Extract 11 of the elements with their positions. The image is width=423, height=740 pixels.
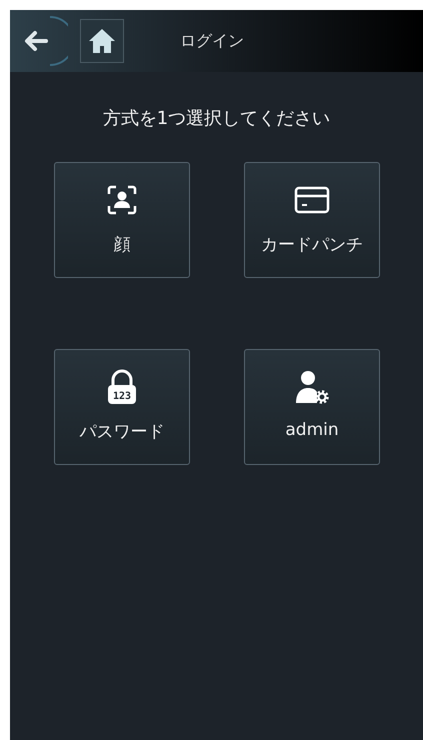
home-button[interactable] [80, 19, 124, 63]
login-method-button[interactable]: admin [244, 349, 380, 465]
face-scan-icon [107, 185, 137, 215]
instruction-text: 方式を1つ選択してください [102, 107, 332, 130]
card-icon [294, 185, 330, 215]
screen-title: ログイン [180, 30, 244, 52]
login-method-button[interactable]: カードパンチ [244, 162, 380, 278]
home-icon [88, 28, 116, 54]
login-method-button[interactable]: 顔 [54, 162, 190, 278]
login-method-button[interactable]: 123 パスワード [54, 349, 190, 465]
user-gear-icon [294, 369, 330, 405]
